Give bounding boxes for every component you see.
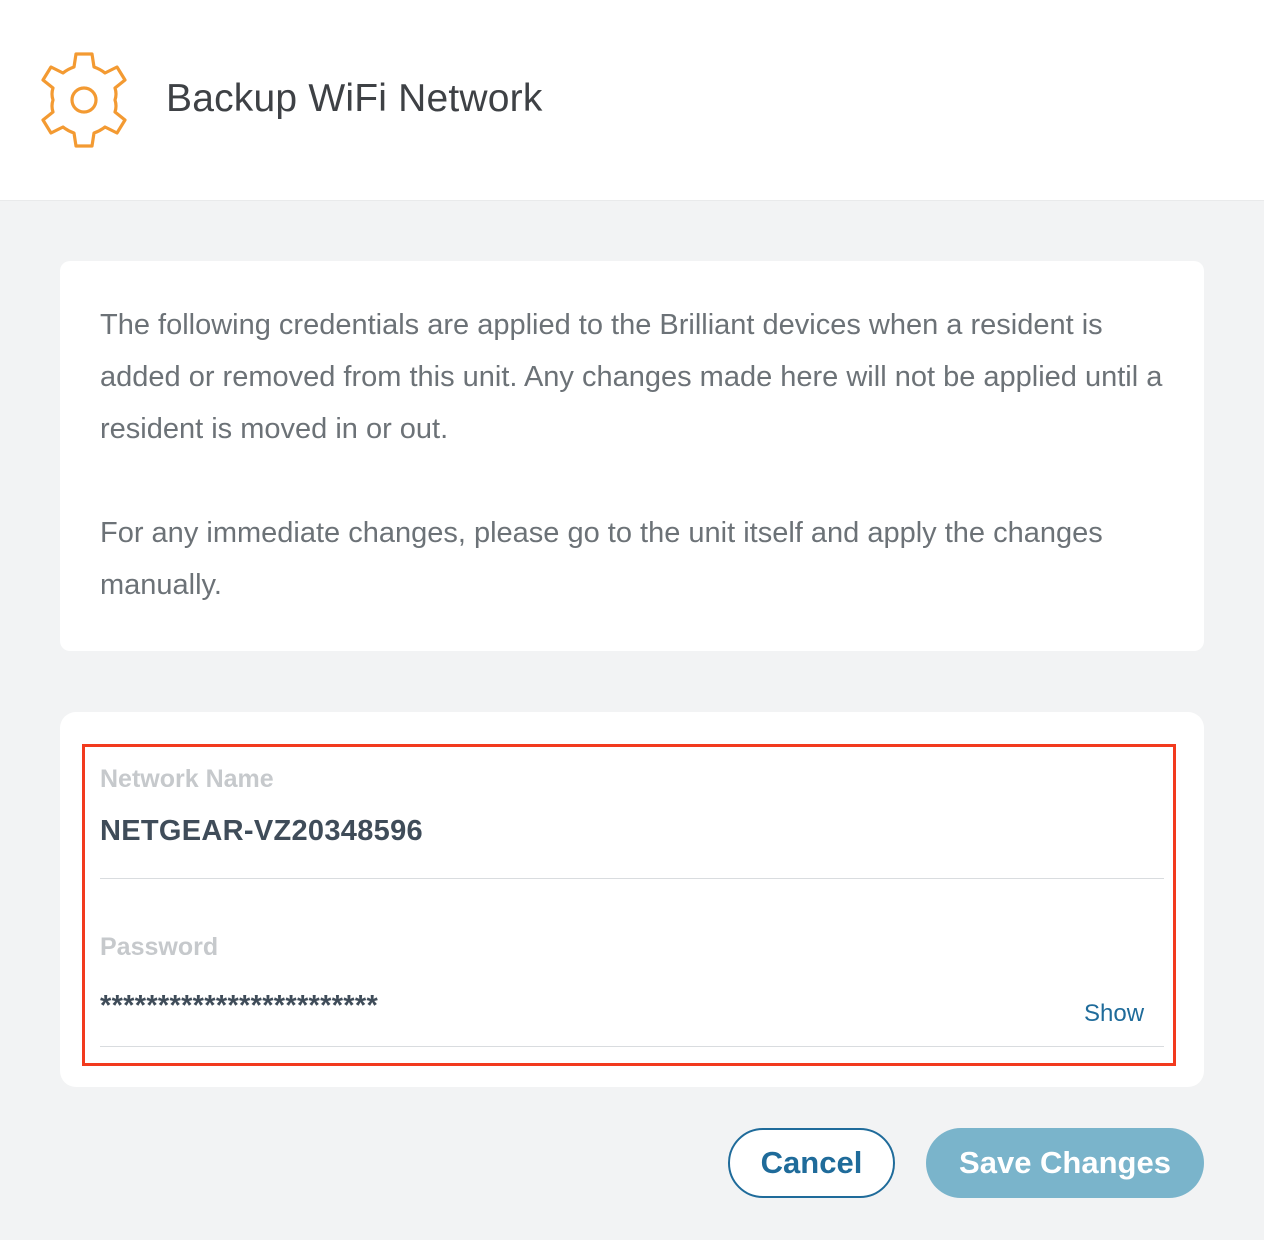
- info-card: The following credentials are applied to…: [60, 261, 1204, 651]
- password-label: Password: [100, 933, 219, 961]
- network-name-label: Network Name: [100, 765, 274, 793]
- info-paragraph-1: The following credentials are applied to…: [100, 309, 1163, 445]
- network-name-divider: [100, 878, 1164, 879]
- password-input[interactable]: ************************: [100, 990, 378, 1023]
- network-name-input[interactable]: NETGEAR-VZ20348596: [100, 815, 423, 848]
- dialog-header: Backup WiFi Network: [0, 0, 1264, 201]
- credentials-form: Network Name NETGEAR-VZ20348596 Password…: [60, 712, 1204, 1087]
- backup-wifi-dialog: Backup WiFi Network The following creden…: [0, 0, 1264, 1240]
- info-text: The following credentials are applied to…: [100, 299, 1170, 611]
- save-changes-button[interactable]: Save Changes: [926, 1128, 1204, 1198]
- show-password-link[interactable]: Show: [1084, 1000, 1144, 1028]
- gear-icon: [34, 51, 134, 149]
- password-divider: [100, 1046, 1164, 1047]
- cancel-button[interactable]: Cancel: [728, 1128, 895, 1198]
- info-paragraph-2: For any immediate changes, please go to …: [100, 517, 1103, 601]
- dialog-title: Backup WiFi Network: [166, 77, 543, 120]
